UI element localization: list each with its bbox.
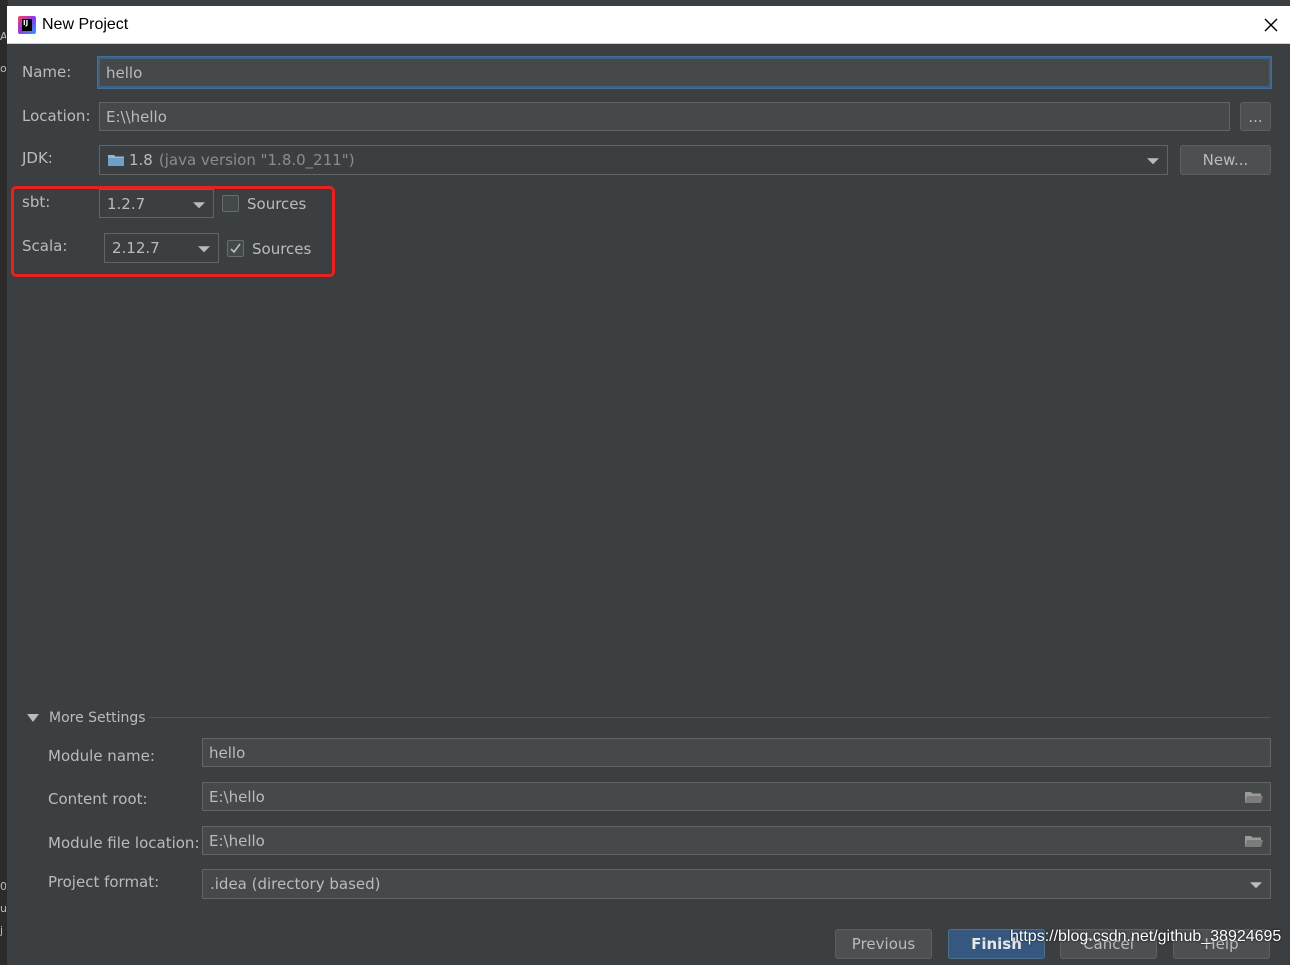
open-folder-icon[interactable] — [1244, 833, 1264, 849]
project-format-label: Project format: — [48, 873, 160, 891]
scala-version-select[interactable]: 2.12.7 — [104, 233, 219, 263]
chevron-down-icon — [193, 201, 205, 208]
chevron-down-icon — [1250, 882, 1262, 889]
name-input[interactable]: hello — [98, 57, 1271, 88]
sbt-sources-label: Sources — [247, 195, 307, 213]
background-window-text: j — [0, 924, 4, 937]
content-root-value: E:\hello — [209, 787, 265, 806]
more-settings-header[interactable]: More Settings — [49, 710, 146, 726]
jdk-label: JDK: — [22, 149, 53, 167]
close-button[interactable] — [1259, 13, 1283, 37]
scala-label: Scala: — [22, 237, 68, 255]
sbt-sources-checkbox[interactable] — [222, 195, 239, 212]
dialog-title: New Project — [42, 15, 129, 33]
module-file-input[interactable]: E:\hello — [202, 826, 1271, 855]
checkmark-icon — [230, 243, 241, 254]
sbt-label: sbt: — [22, 193, 51, 211]
location-label: Location: — [22, 107, 91, 125]
browse-location-button[interactable]: ... — [1240, 102, 1271, 131]
collapse-triangle-icon[interactable] — [27, 714, 39, 722]
chevron-down-icon — [198, 246, 210, 253]
location-input[interactable]: E:\\hello — [99, 102, 1230, 131]
scala-version-value: 2.12.7 — [112, 239, 160, 257]
module-name-label: Module name: — [48, 747, 155, 765]
chevron-down-icon — [1147, 158, 1159, 165]
module-file-label: Module file location: — [48, 834, 200, 852]
scala-sources-checkbox[interactable] — [227, 240, 244, 257]
title-bar: IJ New Project — [7, 6, 1290, 44]
jdk-detail: (java version "1.8.0_211") — [158, 151, 355, 169]
module-file-value: E:\hello — [209, 831, 265, 850]
module-name-input[interactable]: hello — [202, 738, 1271, 767]
new-project-dialog: IJ New Project Name: hello Location: E:\… — [6, 6, 1290, 965]
sbt-version-value: 1.2.7 — [107, 194, 146, 213]
jdk-select[interactable]: 1.8 (java version "1.8.0_211") — [99, 145, 1168, 175]
watermark-text: https://blog.csdn.net/github_38924695 — [1010, 928, 1282, 945]
content-root-label: Content root: — [48, 790, 148, 808]
jdk-version: 1.8 — [129, 151, 153, 169]
project-format-select[interactable]: .idea (directory based) — [202, 869, 1271, 899]
close-icon — [1264, 18, 1278, 32]
intellij-logo-icon: IJ — [18, 15, 36, 34]
content-root-input[interactable]: E:\hello — [202, 782, 1271, 811]
new-jdk-button[interactable]: New... — [1180, 145, 1271, 175]
previous-button[interactable]: Previous — [835, 929, 932, 959]
name-label: Name: — [22, 63, 72, 81]
sbt-version-select[interactable]: 1.2.7 — [99, 189, 214, 218]
more-settings-divider — [149, 717, 1270, 718]
open-folder-icon[interactable] — [1244, 789, 1264, 805]
project-format-value: .idea (directory based) — [210, 875, 381, 893]
scala-sources-label: Sources — [252, 240, 312, 258]
folder-icon — [108, 155, 124, 166]
